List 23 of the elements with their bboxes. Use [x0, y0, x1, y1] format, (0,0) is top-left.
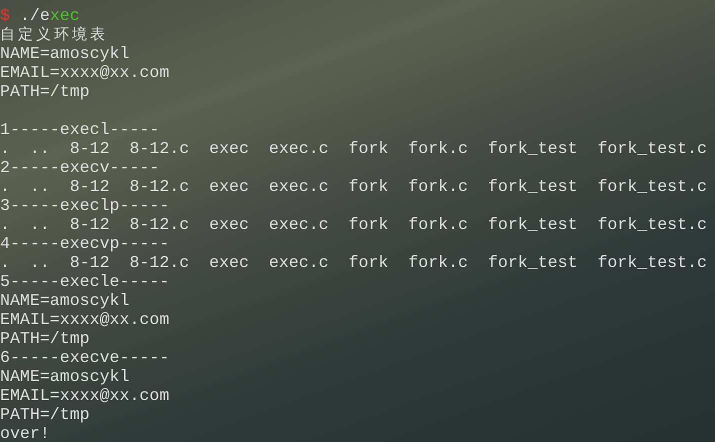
output-line: over! — [0, 424, 50, 442]
output-line: NAME=amoscykl — [0, 44, 130, 63]
output-line: 4-----execvp----- — [0, 234, 170, 253]
output-line: PATH=/tmp — [0, 329, 90, 348]
output-line: NAME=amoscykl — [0, 291, 130, 310]
output-line: 2-----execv----- — [0, 158, 160, 177]
output-line: EMAIL=xxxx@xx.com — [0, 310, 170, 329]
output-line: NAME=amoscykl — [0, 367, 130, 386]
output-line: EMAIL=xxxx@xx.com — [0, 386, 170, 405]
output-line: 5-----execle----- — [0, 272, 170, 291]
output-line: EMAIL=xxxx@xx.com — [0, 63, 170, 82]
prompt-symbol: $ — [0, 6, 10, 25]
output-line: 自定义环境表 — [0, 25, 108, 44]
output-line: . .. 8-12 8-12.c exec exec.c fork fork.c fork_test fork_test.c — [0, 215, 708, 234]
output-line: 1-----execl----- — [0, 120, 160, 139]
output-line: . .. 8-12 8-12.c exec exec.c fork fork.c fork_test fork_test.c — [0, 139, 708, 158]
output-line: 6-----execve----- — [0, 348, 170, 367]
output-line: PATH=/tmp — [0, 405, 90, 424]
output-line: . .. 8-12 8-12.c exec exec.c fork fork.c fork_test fork_test.c — [0, 177, 708, 196]
output-line: 3-----execlp----- — [0, 196, 170, 215]
output-line: PATH=/tmp — [0, 82, 90, 101]
output-line: . .. 8-12 8-12.c exec exec.c fork fork.c fork_test fork_test.c — [0, 253, 708, 272]
command-text: ./exec — [20, 6, 80, 25]
